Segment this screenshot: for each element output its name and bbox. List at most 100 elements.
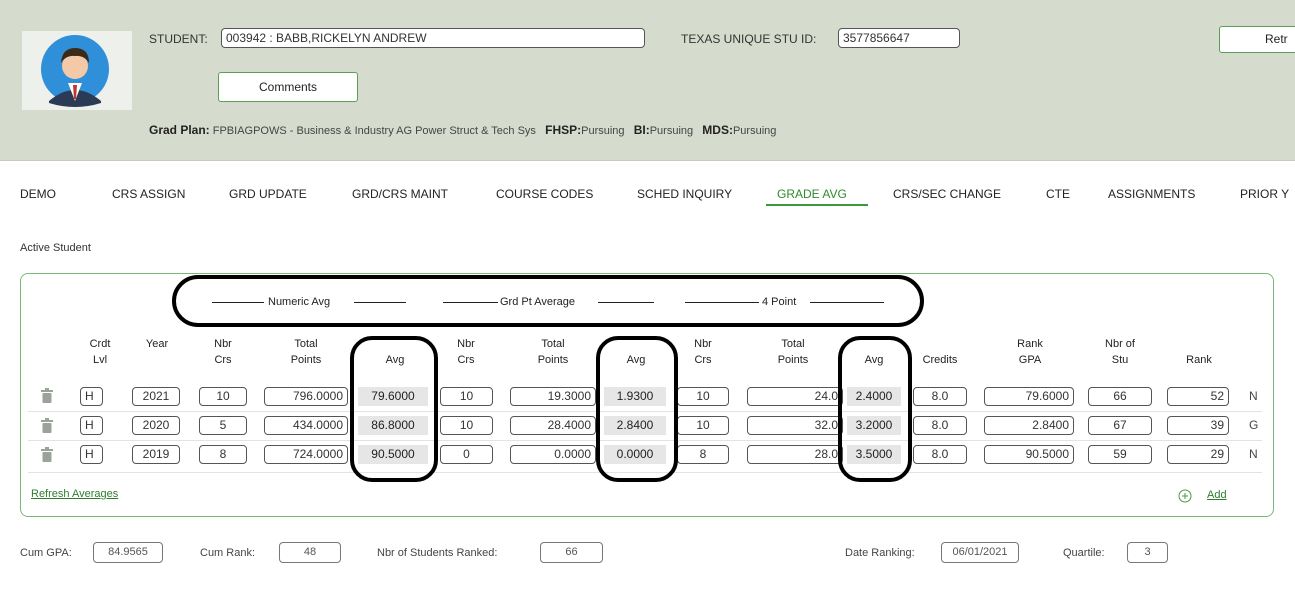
add-link[interactable]: Add	[1207, 489, 1227, 501]
gp-nbr-crs-field[interactable]: 10	[440, 416, 493, 435]
gp-nbr-crs-field[interactable]: 0	[440, 445, 493, 464]
col-gp-nbr-crs: Nbr Crs	[457, 338, 475, 366]
rank-field[interactable]: 39	[1167, 416, 1229, 435]
rank-flag: G	[1249, 418, 1259, 432]
nbr-of-stu-field[interactable]: 67	[1088, 416, 1152, 435]
gp-total-points-field[interactable]: 19.3000	[510, 387, 596, 406]
fp-nbr-crs-field[interactable]: 10	[677, 416, 729, 435]
fp-total-points-field[interactable]: 28.0	[747, 445, 843, 464]
rank-gpa-field[interactable]: 90.5000	[984, 445, 1074, 464]
tab-grd-update[interactable]: GRD UPDATE	[229, 187, 307, 201]
num-total-points-field[interactable]: 434.0000	[264, 416, 348, 435]
col-num-nbr-crs: Nbr Crs	[214, 338, 232, 366]
fhsp-label: FHSP:	[545, 123, 582, 137]
nbr-of-stu-field[interactable]: 59	[1088, 445, 1152, 464]
fp-nbr-crs-field[interactable]: 8	[677, 445, 729, 464]
cum-gpa-field[interactable]: 84.9565	[93, 542, 163, 563]
tab-prior-years[interactable]: PRIOR Y	[1240, 187, 1289, 201]
credits-field[interactable]: 8.0	[913, 416, 967, 435]
quartile-label: Quartile:	[1063, 547, 1105, 559]
numeric-avg-highlight	[350, 336, 438, 482]
refresh-averages-link[interactable]: Refresh Averages	[31, 488, 118, 500]
tab-grd-crs-maint[interactable]: GRD/CRS MAINT	[352, 187, 448, 201]
cum-gpa-label: Cum GPA:	[20, 547, 72, 559]
four-point-avg-highlight	[838, 336, 912, 482]
col-fp-nbr-crs: Nbr Crs	[694, 338, 712, 366]
mds-label: MDS:	[702, 123, 733, 137]
tab-demo[interactable]: DEMO	[20, 187, 56, 201]
gp-total-points-field[interactable]: 0.0000	[510, 445, 596, 464]
num-nbr-crs-field[interactable]: 10	[199, 387, 247, 406]
bi-label: BI:	[633, 123, 650, 137]
trash-icon[interactable]	[40, 447, 54, 463]
retrieve-button[interactable]: Retr	[1219, 26, 1295, 53]
col-rank: Rank	[1186, 354, 1212, 366]
num-total-points-field[interactable]: 724.0000	[264, 445, 348, 464]
grad-plan-label: Grad Plan:	[149, 123, 210, 137]
group-header-highlight	[172, 275, 924, 327]
crdt-lvl-field[interactable]: H	[80, 387, 103, 406]
student-field[interactable]: 003942 : BABB,RICKELYN ANDREW	[221, 28, 645, 48]
num-nbr-crs-field[interactable]: 8	[199, 445, 247, 464]
student-status: Active Student	[20, 242, 91, 254]
date-ranking-field[interactable]: 06/01/2021	[941, 542, 1019, 563]
trash-icon[interactable]	[40, 388, 54, 404]
bi-value: Pursuing	[649, 125, 694, 137]
rank-flag: N	[1249, 389, 1258, 403]
crdt-lvl-field[interactable]: H	[80, 416, 103, 435]
tab-crs-assign[interactable]: CRS ASSIGN	[112, 187, 185, 201]
num-total-points-field[interactable]: 796.0000	[264, 387, 348, 406]
rank-field[interactable]: 29	[1167, 445, 1229, 464]
year-field[interactable]: 2020	[132, 416, 180, 435]
date-ranking-label: Date Ranking:	[845, 547, 915, 559]
student-header: STUDENT: 003942 : BABB,RICKELYN ANDREW T…	[0, 0, 1295, 161]
col-credits: Credits	[922, 354, 958, 366]
col-fp-total-points: Total Points	[777, 338, 809, 366]
student-avatar	[22, 31, 132, 110]
col-gp-total-points: Total Points	[537, 338, 569, 366]
credits-field[interactable]: 8.0	[913, 445, 967, 464]
tab-grade-avg[interactable]: GRADE AVG	[777, 187, 847, 201]
person-icon	[41, 35, 109, 107]
fp-total-points-field[interactable]: 24.0	[747, 387, 843, 406]
comments-button[interactable]: Comments	[218, 72, 358, 102]
rank-gpa-field[interactable]: 79.6000	[984, 387, 1074, 406]
col-year: Year	[145, 338, 169, 350]
col-num-total-points: Total Points	[290, 338, 322, 366]
quartile-field[interactable]: 3	[1127, 542, 1168, 563]
nbr-ranked-label: Nbr of Students Ranked:	[377, 547, 498, 559]
col-crdt-lvl: Crdt Lvl	[89, 338, 111, 366]
tab-crs-sec-change[interactable]: CRS/SEC CHANGE	[893, 187, 1001, 201]
active-tab-indicator	[766, 204, 868, 206]
rank-gpa-field[interactable]: 2.8400	[984, 416, 1074, 435]
fhsp-value: Pursuing	[581, 125, 625, 137]
add-circle-icon[interactable]	[1178, 489, 1192, 503]
tab-sched-inquiry[interactable]: SCHED INQUIRY	[637, 187, 732, 201]
tab-cte[interactable]: CTE	[1046, 187, 1070, 201]
grdpt-avg-highlight	[596, 336, 678, 482]
trash-icon[interactable]	[40, 418, 54, 434]
tab-course-codes[interactable]: COURSE CODES	[496, 187, 593, 201]
rank-flag: N	[1249, 447, 1258, 461]
rank-field[interactable]: 52	[1167, 387, 1229, 406]
texas-id-field[interactable]: 3577856647	[838, 28, 960, 48]
nbr-of-stu-field[interactable]: 66	[1088, 387, 1152, 406]
year-field[interactable]: 2019	[132, 445, 180, 464]
gp-total-points-field[interactable]: 28.4000	[510, 416, 596, 435]
grad-plan-value: FPBIAGPOWS - Business & Industry AG Powe…	[212, 125, 536, 137]
tab-bar: DEMO CRS ASSIGN GRD UPDATE GRD/CRS MAINT…	[0, 187, 1295, 207]
fp-nbr-crs-field[interactable]: 10	[677, 387, 729, 406]
grad-plan-line: Grad Plan: FPBIAGPOWS - Business & Indus…	[149, 123, 776, 137]
cum-rank-field[interactable]: 48	[279, 542, 341, 563]
student-label: STUDENT:	[149, 32, 208, 46]
credits-field[interactable]: 8.0	[913, 387, 967, 406]
num-nbr-crs-field[interactable]: 5	[199, 416, 247, 435]
col-rank-gpa: Rank GPA	[1017, 338, 1043, 366]
year-field[interactable]: 2021	[132, 387, 180, 406]
crdt-lvl-field[interactable]: H	[80, 445, 103, 464]
gp-nbr-crs-field[interactable]: 10	[440, 387, 493, 406]
nbr-ranked-field[interactable]: 66	[540, 542, 603, 563]
mds-value: Pursuing	[732, 125, 777, 137]
tab-assignments[interactable]: ASSIGNMENTS	[1108, 187, 1195, 201]
fp-total-points-field[interactable]: 32.0	[747, 416, 843, 435]
